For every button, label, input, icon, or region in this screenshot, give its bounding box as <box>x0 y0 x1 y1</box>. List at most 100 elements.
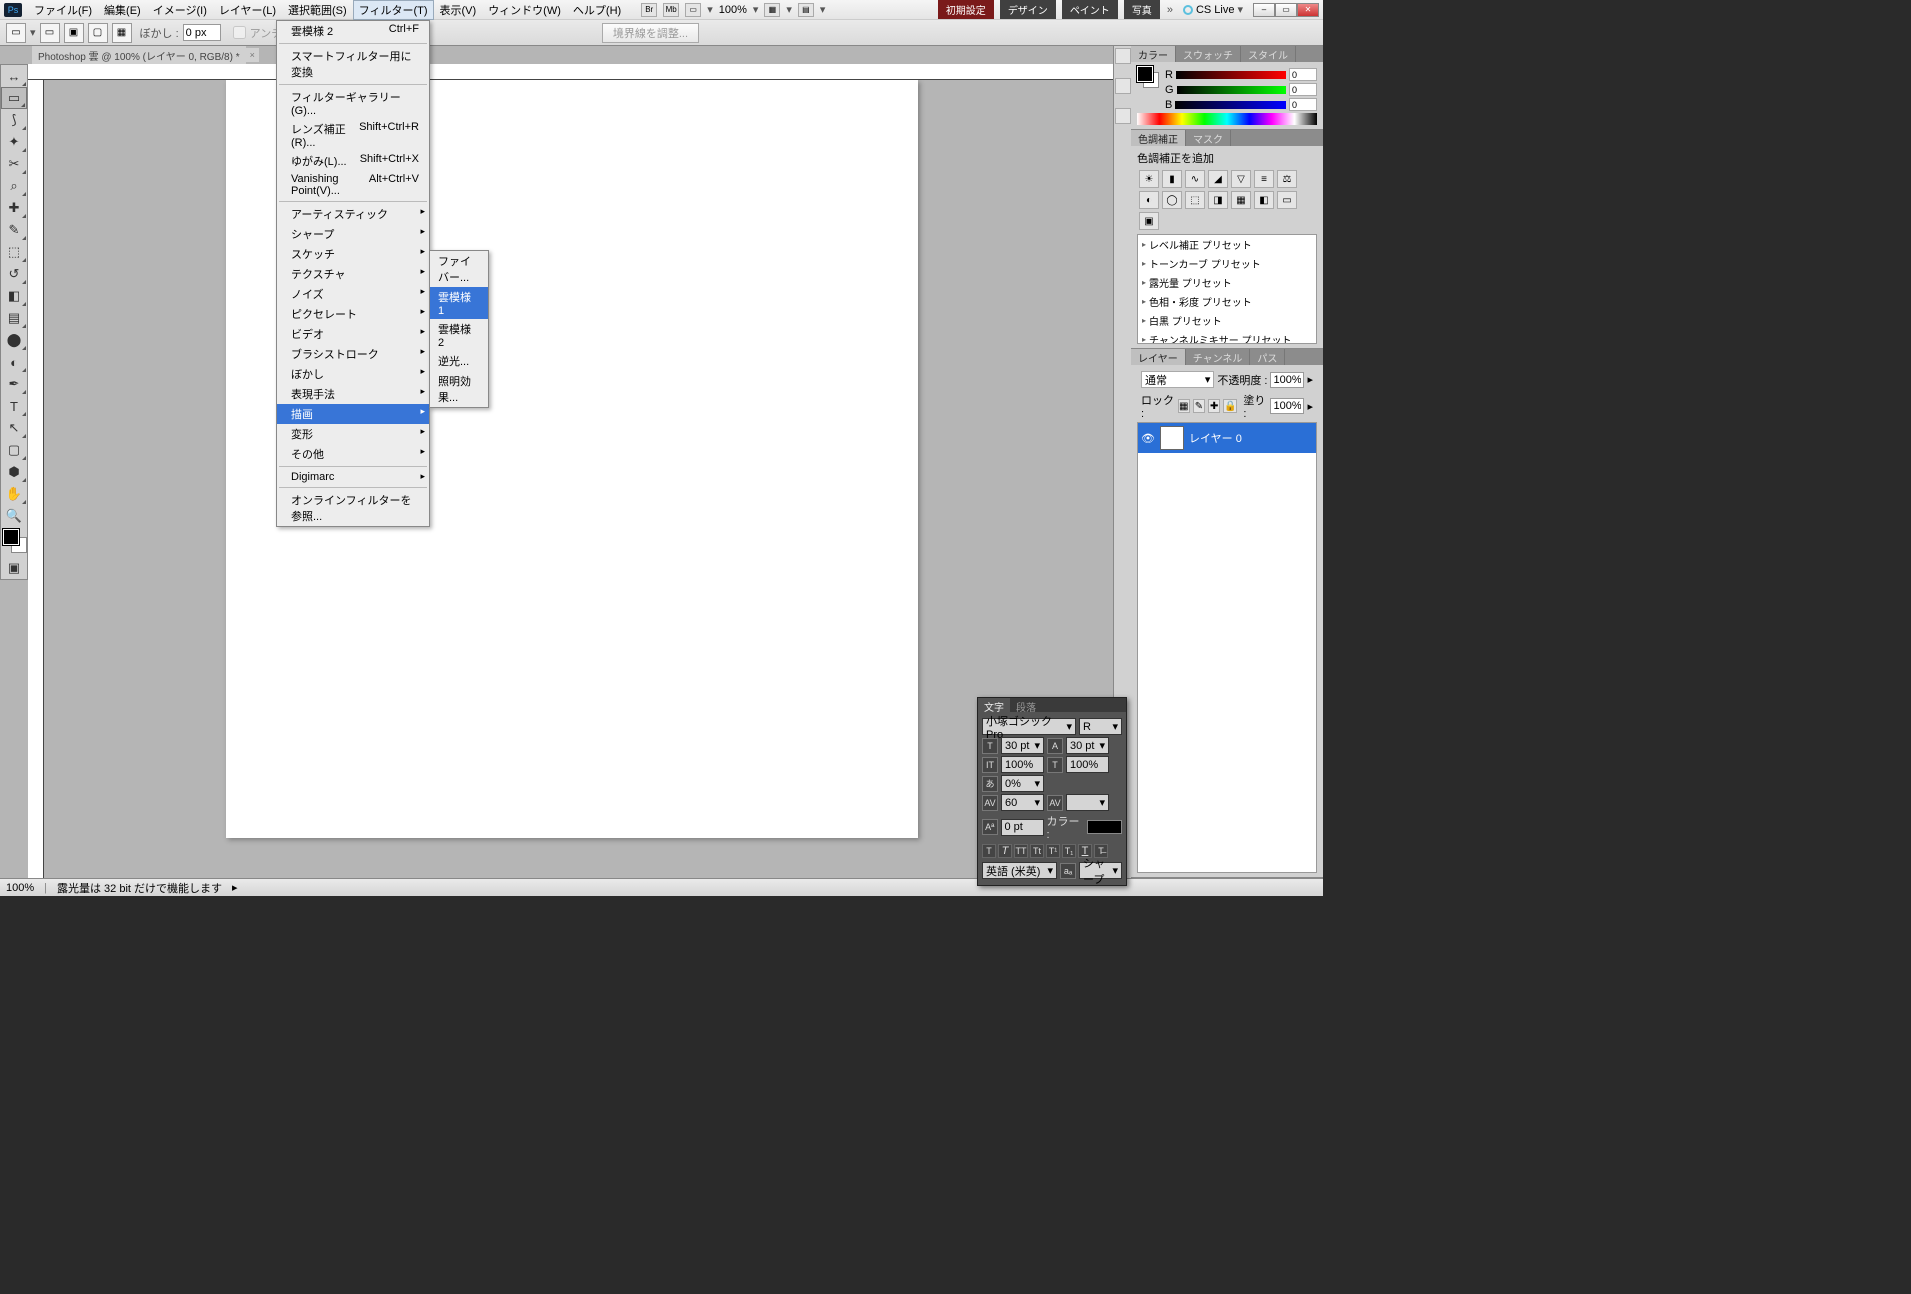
window-minimize-button[interactable]: – <box>1253 3 1275 17</box>
marquee-int-icon[interactable]: ▦ <box>112 23 132 43</box>
render-fibers[interactable]: ファイバー... <box>430 251 488 287</box>
font-family-select[interactable]: 小塚ゴシック Pro▾ <box>982 718 1076 735</box>
window-maximize-button[interactable]: ▭ <box>1275 3 1297 17</box>
color-ramp[interactable] <box>1137 113 1317 125</box>
superscript-button[interactable]: T¹ <box>1046 844 1060 858</box>
adj-levels-icon[interactable]: ▮ <box>1162 170 1182 188</box>
tab-layers[interactable]: レイヤー <box>1131 349 1186 365</box>
extras-icon[interactable]: ▤ <box>798 3 814 17</box>
character-panel[interactable]: 文字 段落 小塚ゴシック Pro▾ R▾ T 30 pt▾ A 30 pt▾ I… <box>977 697 1127 886</box>
document-tab-close-icon[interactable]: × <box>246 48 259 62</box>
filter-digimarc[interactable]: Digimarc <box>277 469 429 485</box>
tab-paragraph[interactable]: 段落 <box>1010 698 1042 712</box>
adj-curves-icon[interactable]: ∿ <box>1185 170 1205 188</box>
history-brush-tool[interactable]: ↺ <box>1 263 27 285</box>
adj-gradmap-icon[interactable]: ▭ <box>1277 191 1297 209</box>
adj-hue-icon[interactable]: ≡ <box>1254 170 1274 188</box>
filter-texture[interactable]: テクスチャ <box>277 264 429 284</box>
feather-input[interactable] <box>183 24 221 41</box>
filter-distort[interactable]: 変形 <box>277 424 429 444</box>
filter-sharpen[interactable]: シャープ <box>277 224 429 244</box>
lock-pixels-icon[interactable]: ✎ <box>1193 399 1205 413</box>
blur-tool[interactable]: ⬤ <box>1 329 27 351</box>
baseline-input[interactable]: 0 pt <box>1001 819 1044 836</box>
tab-masks[interactable]: マスク <box>1186 130 1231 146</box>
pen-tool[interactable]: ✒ <box>1 373 27 395</box>
adj-brightness-icon[interactable]: ☀ <box>1139 170 1159 188</box>
tracking-select[interactable]: 0%▾ <box>1001 775 1044 792</box>
color-swatches[interactable] <box>1 527 27 557</box>
properties-panel-icon[interactable] <box>1115 108 1131 124</box>
lock-all-icon[interactable]: 🔒 <box>1223 399 1237 413</box>
blend-mode-select[interactable]: 通常▾ <box>1141 371 1214 388</box>
vscale-input[interactable]: 100% <box>1001 756 1044 773</box>
launch-bridge-icon[interactable]: Br <box>641 3 657 17</box>
adj-invert-icon[interactable]: ◨ <box>1208 191 1228 209</box>
filter-lens[interactable]: レンズ補正(R)...Shift+Ctrl+R <box>277 119 429 151</box>
menu-select[interactable]: 選択範囲(S) <box>282 0 353 20</box>
canvas-viewport[interactable] <box>44 80 1131 878</box>
marquee-tool[interactable]: ▭ <box>1 87 27 109</box>
gradient-tool[interactable]: ▤ <box>1 307 27 329</box>
workspace-photo[interactable]: 写真 <box>1124 0 1160 19</box>
status-zoom[interactable]: 100% <box>6 882 34 894</box>
adj-balance-icon[interactable]: ⚖ <box>1277 170 1297 188</box>
font-size-select[interactable]: 30 pt▾ <box>1001 737 1044 754</box>
history-panel-icon[interactable] <box>1115 48 1131 64</box>
filter-video[interactable]: ビデオ <box>277 324 429 344</box>
preset-item[interactable]: トーンカーブ プリセット <box>1138 254 1316 273</box>
adj-bw-icon[interactable]: ◐ <box>1139 191 1159 209</box>
filter-liquify[interactable]: ゆがみ(L)...Shift+Ctrl+X <box>277 151 429 171</box>
menu-layer[interactable]: レイヤー(L) <box>213 0 282 20</box>
filter-pixelate[interactable]: ピクセレート <box>277 304 429 324</box>
filter-noise[interactable]: ノイズ <box>277 284 429 304</box>
preset-item[interactable]: 露光量 プリセット <box>1138 273 1316 292</box>
adj-exposure-icon[interactable]: ◢ <box>1208 170 1228 188</box>
preset-item[interactable]: 白黒 プリセット <box>1138 311 1316 330</box>
tool-preset-icon[interactable]: ▭ <box>6 23 26 43</box>
lasso-tool[interactable]: ⟆ <box>1 109 27 131</box>
antialias-select[interactable]: シャープ▾ <box>1079 862 1122 879</box>
cs-live-button[interactable]: CS Live ▾ <box>1183 3 1243 16</box>
b-slider[interactable] <box>1175 101 1286 109</box>
language-select[interactable]: 英語 (米英)▾ <box>982 862 1057 879</box>
filter-brushstrokes[interactable]: ブラシストローク <box>277 344 429 364</box>
b-value[interactable] <box>1289 98 1317 111</box>
allcaps-button[interactable]: TT <box>1014 844 1028 858</box>
r-value[interactable] <box>1289 68 1317 81</box>
lock-position-icon[interactable]: ✚ <box>1208 399 1220 413</box>
preset-item[interactable]: チャンネルミキサー プリセット <box>1138 330 1316 344</box>
layer-row[interactable]: 👁 レイヤー 0 <box>1138 423 1316 453</box>
adj-vibrance-icon[interactable]: ▽ <box>1231 170 1251 188</box>
menu-edit[interactable]: 編集(E) <box>98 0 147 20</box>
adj-selective-icon[interactable]: ▣ <box>1139 212 1159 230</box>
fill-input[interactable] <box>1270 398 1304 414</box>
tab-swatches[interactable]: スウォッチ <box>1176 46 1241 62</box>
launch-minibridge-icon[interactable]: Mb <box>663 3 679 17</box>
tab-styles[interactable]: スタイル <box>1241 46 1296 62</box>
document-tab[interactable]: Photoshop 雲 @ 100% (レイヤー 0, RGB/8) * <box>32 46 246 65</box>
menu-file[interactable]: ファイル(F) <box>28 0 98 20</box>
hand-tool[interactable]: ✋ <box>1 483 27 505</box>
menu-image[interactable]: イメージ(I) <box>147 0 213 20</box>
filter-stylize[interactable]: 表現手法 <box>277 384 429 404</box>
filter-sketch[interactable]: スケッチ <box>277 244 429 264</box>
quickmask-toggle[interactable]: ▣ <box>1 557 27 579</box>
opacity-input[interactable] <box>1270 372 1304 388</box>
dodge-tool[interactable]: ◐ <box>1 351 27 373</box>
render-lensflare[interactable]: 逆光... <box>430 351 488 371</box>
bold-button[interactable]: T <box>982 844 996 858</box>
marquee-add-icon[interactable]: ▣ <box>64 23 84 43</box>
subscript-button[interactable]: T₁ <box>1062 844 1076 858</box>
filter-last[interactable]: 雲模様 2Ctrl+F <box>277 21 429 41</box>
filter-vanish[interactable]: Vanishing Point(V)...Alt+Ctrl+V <box>277 171 429 199</box>
filter-smart[interactable]: スマートフィルター用に変換 <box>277 46 429 82</box>
ruler-vertical[interactable] <box>28 80 44 878</box>
eyedropper-tool[interactable]: ⌕ <box>1 175 27 197</box>
tab-adjustments[interactable]: 色調補正 <box>1131 130 1186 146</box>
marquee-rect-icon[interactable]: ▭ <box>40 23 60 43</box>
screen-mode-icon[interactable]: ▭ <box>685 3 701 17</box>
menu-view[interactable]: 表示(V) <box>434 0 483 20</box>
zoom-tool[interactable]: 🔍 <box>1 505 27 527</box>
workspace-design[interactable]: デザイン <box>1000 0 1056 19</box>
